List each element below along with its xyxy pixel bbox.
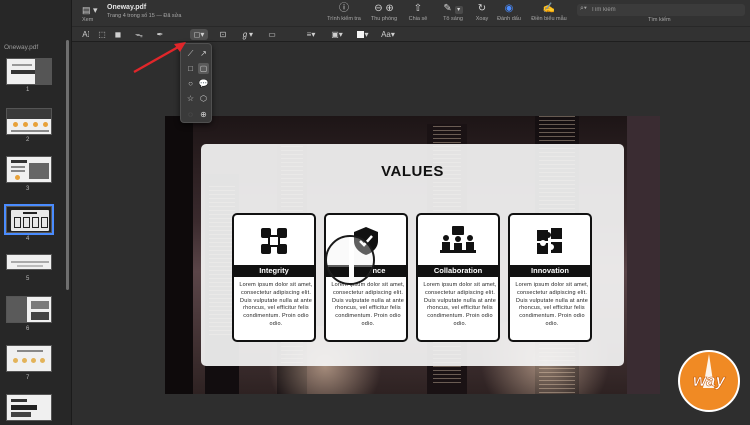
fill-color-icon[interactable]: ▾: [354, 29, 372, 40]
value-card-integrity: Integrity Lorem ipsum dolor sit amet, co…: [232, 213, 316, 342]
textbox-icon[interactable]: ⊡: [216, 29, 230, 40]
star-shape-icon[interactable]: ☆: [185, 93, 196, 104]
signature-icon[interactable]: ℊ▾: [238, 29, 256, 40]
page-thumbnail-7[interactable]: [6, 345, 52, 372]
mask-shape-icon[interactable]: ◌: [185, 109, 196, 120]
redact-icon[interactable]: ◼: [112, 29, 124, 40]
page-thumbnail-1[interactable]: [6, 58, 52, 85]
markup-button[interactable]: ◉ Đánh dấu: [495, 3, 523, 25]
rotate-button[interactable]: ↻ Xoay: [472, 3, 492, 25]
page-number-1: 1: [26, 87, 30, 93]
document-canvas: VALUES Integrity Lorem ipsum dolor sit a…: [72, 42, 750, 425]
logo-text: way: [693, 371, 727, 390]
document-title: Oneway.pdf: [107, 4, 147, 11]
value-card-text: Lorem ipsum dolor sit amet, consectetur …: [239, 282, 313, 327]
value-card-text: Lorem ipsum dolor sit amet, consectetur …: [423, 282, 497, 327]
slide-page-4: VALUES Integrity Lorem ipsum dolor sit a…: [165, 116, 660, 394]
page-number-4: 4: [26, 236, 30, 242]
search-input[interactable]: [591, 5, 741, 15]
puzzle-icon: [510, 224, 590, 258]
loupe-shape-icon[interactable]: ⊕: [198, 109, 209, 120]
form-fill-button[interactable]: ✍ Điền biểu mẫu: [528, 3, 570, 25]
red-arrow-annotation: [133, 42, 186, 74]
rotate-icon: ↻: [477, 3, 487, 14]
info-icon: ⓘ: [339, 3, 349, 14]
search-label: Tìm kiếm: [648, 17, 671, 23]
inspector-button[interactable]: ⓘ Trình kiểm tra: [324, 3, 364, 25]
zoom-button[interactable]: ⊖ ⊕ Thu phóng: [368, 3, 400, 25]
document-subtitle: Trang 4 trong số 15 — Đã sửa: [107, 13, 182, 19]
view-label: Xem: [82, 17, 94, 23]
value-card-collaboration: Collaboration Lorem ipsum dolor sit amet…: [416, 213, 500, 342]
search-box[interactable]: ⌕▾: [577, 4, 745, 16]
search-icon: ⌕▾: [580, 5, 587, 12]
oval-shape-icon[interactable]: ○: [185, 78, 196, 89]
zoom-icon: ⊖ ⊕: [374, 3, 394, 14]
value-card-title: Integrity: [234, 265, 314, 277]
rounded-rect-shape-icon[interactable]: ▢: [198, 63, 209, 74]
sidebar-scrollbar[interactable]: [66, 40, 69, 290]
chevron-down-icon: ▾: [454, 6, 463, 14]
shape-style-icon[interactable]: ≡▾: [302, 29, 320, 40]
page-number-7: 7: [26, 375, 30, 381]
value-card-text: Lorem ipsum dolor sit amet, consectetur …: [515, 282, 589, 327]
highlight-button[interactable]: ✎ ▾ Tô sáng: [438, 3, 468, 25]
sidebar-file-label: Oneway.pdf: [4, 44, 39, 51]
speech-bubble-shape-icon[interactable]: 💬: [198, 78, 209, 89]
border-color-icon[interactable]: ▣▾: [328, 29, 346, 40]
thumbnail-sidebar: Oneway.pdf 1 2 3 4 5 6 7: [0, 0, 72, 425]
text-selection-icon[interactable]: A⁞: [80, 29, 92, 40]
markup-icon: ◉: [504, 3, 514, 14]
polygon-shape-icon[interactable]: ⬡: [198, 93, 209, 104]
page-number-3: 3: [26, 186, 30, 192]
way-logo: way: [678, 350, 740, 412]
page-number-6: 6: [26, 326, 30, 332]
share-icon: ⇧: [413, 3, 423, 14]
value-card-title: Collaboration: [418, 265, 498, 277]
value-card-text: Lorem ipsum dolor sit amet, consectetur …: [331, 282, 405, 327]
meeting-icon: [418, 224, 498, 258]
value-card-innovation: Innovation Lorem ipsum dolor sit amet, c…: [508, 213, 592, 342]
shapes-icon[interactable]: ◻▾: [190, 29, 208, 40]
note-icon[interactable]: ▭: [266, 29, 278, 40]
sidebar-toggle-icon[interactable]: ▤ ▾: [82, 5, 100, 17]
page-thumbnail-5[interactable]: [6, 254, 52, 270]
page-thumbnail-8[interactable]: [6, 394, 52, 421]
preview-window: Oneway.pdf 1 2 3 4 5 6 7 ▤ ▾ Xem Oneway.…: [0, 0, 750, 425]
pen-icon: ✎ ▾: [438, 3, 468, 15]
share-button[interactable]: ⇧ Chia sẻ: [405, 3, 431, 25]
rect-selection-icon[interactable]: ⬚: [96, 29, 108, 40]
page-thumbnail-6[interactable]: [6, 296, 52, 323]
text-style-button[interactable]: Aa▾: [378, 29, 398, 40]
loupe-magnifier[interactable]: [325, 235, 375, 285]
page-thumbnail-2[interactable]: [6, 108, 52, 135]
page-number-5: 5: [26, 276, 30, 282]
form-icon: ✍: [542, 3, 556, 14]
values-panel: VALUES Integrity Lorem ipsum dolor sit a…: [201, 144, 624, 366]
page-number-2: 2: [26, 137, 30, 143]
arrow-shape-icon[interactable]: ↗: [198, 48, 209, 59]
page-thumbnail-3[interactable]: [6, 156, 52, 183]
page-thumbnail-4[interactable]: [4, 204, 54, 235]
hands-icon: [234, 224, 314, 258]
value-card-title: Innovation: [510, 265, 590, 277]
toolbar: ▤ ▾ Xem Oneway.pdf Trang 4 trong số 15 —…: [72, 0, 750, 42]
slide-title: VALUES: [381, 163, 444, 180]
